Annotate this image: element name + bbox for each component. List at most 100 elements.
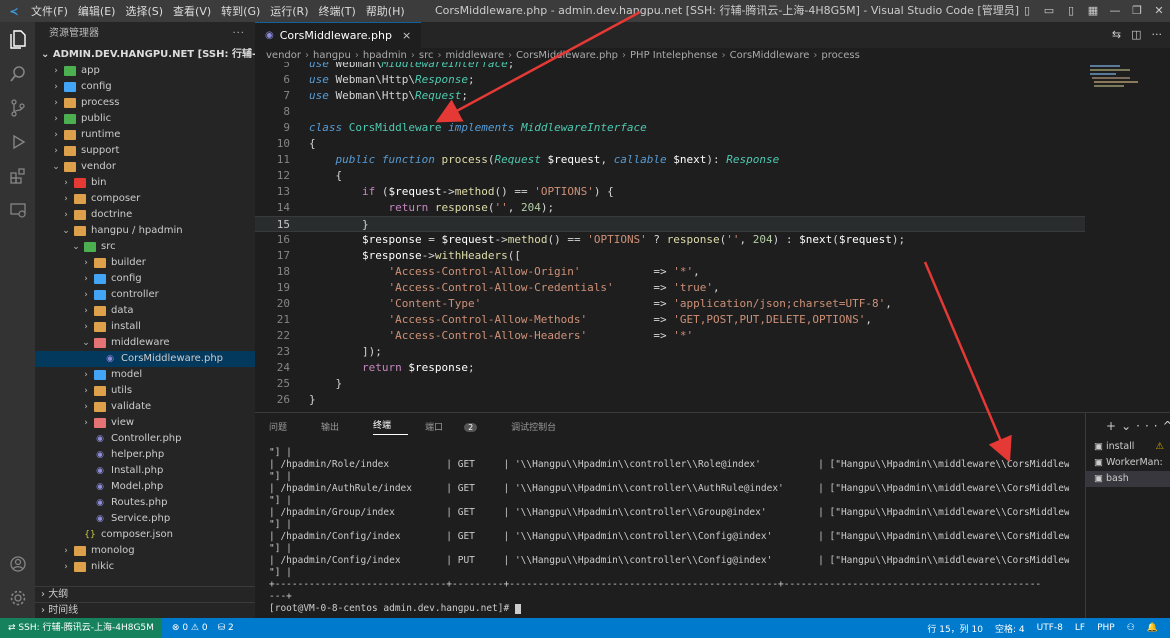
split-editor-icon[interactable]: ◫ xyxy=(1131,22,1141,48)
tree-item[interactable]: › builder xyxy=(35,255,255,271)
terminal-output[interactable]: "] | | /hpadmin/Role/index | GET | '\\Han… xyxy=(269,447,1069,617)
code-line[interactable]: 24 return $response; xyxy=(255,360,1085,376)
source-control-icon[interactable] xyxy=(0,92,35,124)
extensions-icon[interactable] xyxy=(0,160,35,192)
code-line[interactable]: 19 'Access-Control-Allow-Credentials' =>… xyxy=(255,280,1085,296)
code-line[interactable]: 14 return response('', 204); xyxy=(255,200,1085,216)
menu-item[interactable]: 运行(R) xyxy=(270,5,308,18)
tree-item[interactable]: ◉ CorsMiddleware.php xyxy=(35,351,255,367)
menu-item[interactable]: 转到(G) xyxy=(221,5,260,18)
indentation[interactable]: 空格: 4 xyxy=(995,622,1025,635)
remote-indicator[interactable]: ⇄ SSH: 行辅-腾讯云-上海-4H8G5M xyxy=(0,618,162,638)
panel-tab[interactable]: 问题 xyxy=(269,420,304,433)
terminal-item[interactable]: ▣ WorkerMan: xyxy=(1086,455,1170,471)
breadcrumb-item[interactable]: src xyxy=(419,50,434,61)
breadcrumb-item[interactable]: hpadmin xyxy=(363,50,407,61)
tree-item[interactable]: › config xyxy=(35,271,255,287)
menu-item[interactable]: 查看(V) xyxy=(173,5,211,18)
encoding[interactable]: UTF-8 xyxy=(1037,623,1063,633)
code-line[interactable]: 11 public function process(Request $requ… xyxy=(255,152,1085,168)
tab-cors-middleware[interactable]: ◉ CorsMiddleware.php × xyxy=(255,22,422,49)
tree-item[interactable]: {} composer.json xyxy=(35,527,255,543)
search-icon[interactable] xyxy=(0,58,35,90)
tree-item[interactable]: › bin xyxy=(35,175,255,191)
panel-tab[interactable]: 端口 2 xyxy=(425,420,494,433)
code-line[interactable]: 8 xyxy=(255,104,1085,120)
tree-item[interactable]: › nikic xyxy=(35,559,255,575)
minimap[interactable] xyxy=(1088,62,1158,412)
code-line[interactable]: 17 $response->withHeaders([ xyxy=(255,248,1085,264)
maximize-icon[interactable]: ^ xyxy=(1163,419,1170,433)
tree-item[interactable]: › app xyxy=(35,63,255,79)
tree-item[interactable]: › install xyxy=(35,319,255,335)
tree-item[interactable]: › model xyxy=(35,367,255,383)
terminal-item[interactable]: ▣ install ⚠ xyxy=(1086,439,1170,455)
feedback-icon[interactable]: ⚇ xyxy=(1127,623,1135,633)
panel-tab[interactable]: 调试控制台 xyxy=(511,420,573,433)
code-line[interactable]: 26} xyxy=(255,392,1085,408)
code-line[interactable]: 7 use Webman\Http\Request; xyxy=(255,88,1085,104)
tree-item[interactable]: › process xyxy=(35,95,255,111)
panel-tab[interactable]: 输出 xyxy=(321,420,356,433)
tree-item[interactable]: ◉ Routes.php xyxy=(35,495,255,511)
code-line[interactable]: 18 'Access-Control-Allow-Origin' => '*', xyxy=(255,264,1085,280)
code-line[interactable]: 21 'Access-Control-Allow-Methods' => 'GE… xyxy=(255,312,1085,328)
accounts-icon[interactable] xyxy=(0,548,35,580)
tree-item[interactable]: ◉ Service.php xyxy=(35,511,255,527)
tree-item[interactable]: ◉ helper.php xyxy=(35,447,255,463)
notifications-bell-icon[interactable]: 🔔 xyxy=(1147,623,1158,633)
menu-item[interactable]: 编辑(E) xyxy=(78,5,116,18)
tree-item[interactable]: ◉ Controller.php xyxy=(35,431,255,447)
code-line[interactable]: 13 if ($request->method() == 'OPTIONS') … xyxy=(255,184,1085,200)
tree-item[interactable]: › view xyxy=(35,415,255,431)
code-line[interactable]: 23 ]); xyxy=(255,344,1085,360)
manage-gear-icon[interactable] xyxy=(0,582,35,614)
breadcrumb-item[interactable]: CorsMiddleware.php xyxy=(516,50,618,61)
layout-panel-icon[interactable]: ▭ xyxy=(1038,0,1060,22)
menu-item[interactable]: 终端(T) xyxy=(319,5,356,18)
problems-indicator[interactable]: ⊗ 0 ⚠ 0 xyxy=(172,623,208,633)
close-tab-icon[interactable]: × xyxy=(402,23,411,49)
tree-item[interactable]: › doctrine xyxy=(35,207,255,223)
compare-icon[interactable]: ⇆ xyxy=(1112,22,1121,48)
tree-item[interactable]: › support xyxy=(35,143,255,159)
remote-explorer-icon[interactable] xyxy=(0,194,35,226)
tree-item[interactable]: › monolog xyxy=(35,543,255,559)
chevron-down-icon[interactable]: ⌄ xyxy=(1121,419,1136,433)
tree-item[interactable]: ◉ Install.php xyxy=(35,463,255,479)
explorer-icon[interactable] xyxy=(0,24,35,56)
tree-item[interactable]: › controller xyxy=(35,287,255,303)
line-ending[interactable]: LF xyxy=(1075,623,1085,633)
customize-layout-icon[interactable]: ▦ xyxy=(1082,0,1104,22)
tree-item[interactable]: › composer xyxy=(35,191,255,207)
ports-indicator[interactable]: ⛁ 2 xyxy=(218,623,234,633)
breadcrumb-item[interactable]: hangpu xyxy=(313,50,351,61)
breadcrumb-item[interactable]: vendor xyxy=(266,50,301,61)
breadcrumb-item[interactable]: middleware xyxy=(445,50,504,61)
code-line[interactable]: 16 $response = $request->method() == 'OP… xyxy=(255,232,1085,248)
menu-item[interactable]: 帮助(H) xyxy=(366,5,405,18)
more-actions-icon[interactable]: ··· xyxy=(1152,22,1163,48)
more-actions-icon[interactable]: ··· xyxy=(1136,419,1162,433)
tree-item[interactable]: ⌄ hangpu / hpadmin xyxy=(35,223,255,239)
tree-item[interactable]: › utils xyxy=(35,383,255,399)
tree-item[interactable]: › config xyxy=(35,79,255,95)
code-line[interactable]: 20 'Content-Type' => 'application/json;c… xyxy=(255,296,1085,312)
code-line[interactable]: 10 { xyxy=(255,136,1085,152)
run-debug-icon[interactable] xyxy=(0,126,35,158)
layout-secondary-icon[interactable]: ▯ xyxy=(1060,0,1082,22)
breadcrumb-item[interactable]: CorsMiddleware xyxy=(730,50,810,61)
workspace-root[interactable]: ⌄ ADMIN.DEV.HANGPU.NET [SSH: 行辅-腾讯云-上海-4… xyxy=(35,46,255,63)
tree-item[interactable]: › validate xyxy=(35,399,255,415)
code-line[interactable]: 12 { xyxy=(255,168,1085,184)
panel-tab[interactable]: 终端 xyxy=(373,418,409,435)
code-line[interactable]: 6 use Webman\Http\Response; xyxy=(255,72,1085,88)
tree-item[interactable]: ⌄ vendor xyxy=(35,159,255,175)
code-editor[interactable]: 5 use Webman\MiddlewareInterface; 6 use Web… xyxy=(255,62,1085,412)
breadcrumb-item[interactable]: process xyxy=(821,50,859,61)
tree-item[interactable]: › runtime xyxy=(35,127,255,143)
tree-item[interactable]: ⌄ middleware xyxy=(35,335,255,351)
close-window-button[interactable]: ✕ xyxy=(1148,0,1170,22)
tree-item[interactable]: ⌄ src xyxy=(35,239,255,255)
code-line[interactable]: 9 class CorsMiddleware implements Middlew… xyxy=(255,120,1085,136)
